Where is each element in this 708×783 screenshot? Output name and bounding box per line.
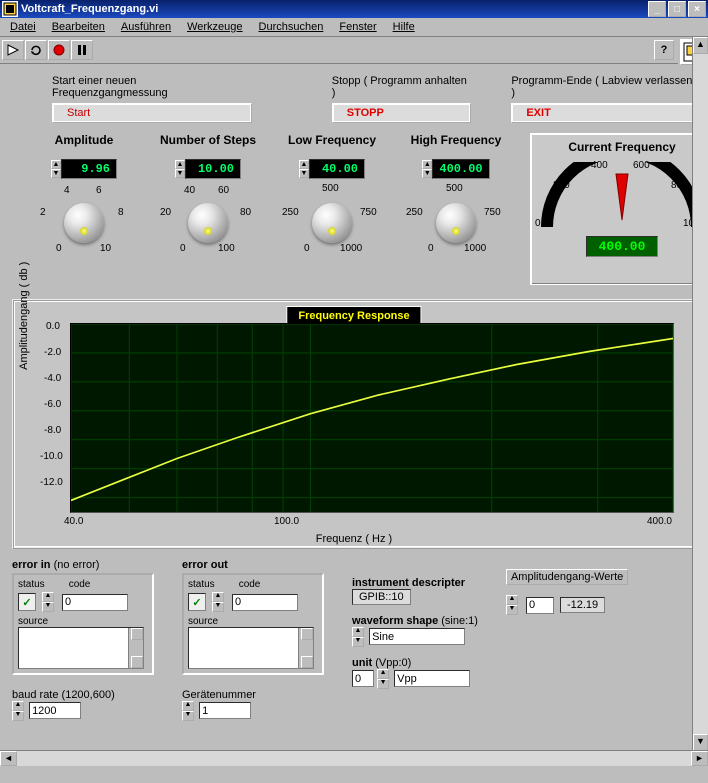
toolbar: ?: [0, 37, 678, 64]
chart-plot: [71, 324, 673, 512]
run-button[interactable]: [2, 40, 24, 60]
error-out-cluster: error out status code ✓ ▲▼ source Geräte…: [182, 559, 324, 721]
baud-caption: baud rate (1200,600): [12, 689, 154, 701]
lowfreq-label: Low Frequency: [288, 133, 376, 147]
instr-caption: instrument descripter: [352, 577, 478, 589]
amp-values-caption[interactable]: Amplitudengang-Werte: [506, 569, 628, 585]
amp-index[interactable]: [526, 597, 554, 614]
error-in-code[interactable]: [62, 594, 128, 611]
wave-spinner[interactable]: ▲▼: [352, 627, 364, 647]
exit-button[interactable]: EXIT: [511, 103, 696, 123]
error-out-status: ✓: [188, 593, 206, 611]
steps-value[interactable]: 10.00: [185, 159, 241, 179]
device-settings: instrument descripter GPIB::10 waveform …: [352, 577, 478, 721]
close-button[interactable]: ×: [688, 1, 706, 17]
menu-fenster[interactable]: Fenster: [333, 20, 382, 34]
amp-values: Amplitudengang-Werte ▲▼ -12.19: [506, 569, 628, 721]
steps-control: Number of Steps ▲▼ 10.00 40 60 20 80 0 1…: [158, 133, 258, 261]
stopp-button[interactable]: STOPP: [332, 103, 472, 123]
error-in-code-spinner[interactable]: ▲▼: [42, 592, 54, 612]
vertical-scrollbar[interactable]: ▲▼: [692, 37, 708, 751]
highfreq-knob[interactable]: [436, 203, 476, 243]
wave-input[interactable]: [369, 628, 465, 645]
app-icon: [2, 1, 18, 17]
menu-bearbeiten[interactable]: Bearbeiten: [46, 20, 111, 34]
baud-input[interactable]: [29, 702, 81, 719]
chart-xlabel: Frequenz ( Hz ): [316, 533, 392, 545]
start-button[interactable]: Start: [52, 103, 252, 123]
amplitude-knob[interactable]: [64, 203, 104, 243]
lowfreq-value[interactable]: 40.00: [309, 159, 365, 179]
error-out-source[interactable]: [188, 627, 314, 669]
title-bar: Voltcraft_Frequenzgang.vi _ □ ×: [0, 0, 708, 18]
menu-hilfe[interactable]: Hilfe: [387, 20, 421, 34]
unit-num[interactable]: [352, 670, 374, 687]
error-in-cluster: error in (no error) status code ✓ ▲▼ sou…: [12, 559, 154, 721]
stopp-caption: Stopp ( Programm anhalten ): [332, 75, 472, 99]
devno-input[interactable]: [199, 702, 251, 719]
steps-knob[interactable]: [188, 203, 228, 243]
unit-spinner[interactable]: ▲▼: [377, 669, 389, 689]
front-panel: Start einer neuen Frequenzgangmessung St…: [0, 67, 708, 783]
highfreq-spinner[interactable]: ▲▼: [422, 160, 432, 178]
maximize-button[interactable]: □: [668, 1, 686, 17]
steps-label: Number of Steps: [160, 133, 256, 147]
highfreq-label: High Frequency: [411, 133, 502, 147]
error-out-code-spinner[interactable]: ▲▼: [212, 592, 224, 612]
exit-caption: Programm-Ende ( Labview verlassen ): [511, 75, 696, 99]
lowfreq-spinner[interactable]: ▲▼: [299, 160, 309, 178]
menu-datei[interactable]: Datei: [4, 20, 42, 34]
instr-value: GPIB::10: [352, 589, 411, 605]
menu-werkzeuge[interactable]: Werkzeuge: [181, 20, 248, 34]
menu-ausfuehren[interactable]: Ausführen: [115, 20, 177, 34]
amplitude-control: Amplitude ▲▼ 9.96 4 6 2 8 0 10: [34, 133, 134, 261]
amp-index-spinner[interactable]: ▲▼: [506, 595, 518, 615]
amp-current-value: -12.19: [560, 597, 605, 613]
amplitude-spinner[interactable]: ▲▼: [51, 160, 61, 178]
amplitude-value[interactable]: 9.96: [61, 159, 117, 179]
horizontal-scrollbar[interactable]: ◄►: [0, 750, 708, 766]
unit-input[interactable]: [394, 670, 470, 687]
abort-button[interactable]: [48, 40, 70, 60]
start-caption: Start einer neuen Frequenzgangmessung: [52, 75, 252, 99]
minimize-button[interactable]: _: [648, 1, 666, 17]
lowfreq-control: Low Frequency ▲▼ 40.00 500 250 750 0 100…: [282, 133, 382, 261]
current-frequency-meter: Current Frequency 0 200 400 600 800 1000…: [530, 133, 708, 285]
context-help-button[interactable]: ?: [654, 40, 674, 60]
menu-durchsuchen[interactable]: Durchsuchen: [253, 20, 330, 34]
run-continuous-button[interactable]: [25, 40, 47, 60]
highfreq-value[interactable]: 400.00: [432, 159, 489, 179]
frequency-response-chart: Frequency Response Amplitudengang ( db )…: [12, 299, 696, 549]
steps-spinner[interactable]: ▲▼: [175, 160, 185, 178]
highfreq-control: High Frequency ▲▼ 400.00 500 250 750 0 1…: [406, 133, 506, 261]
meter-title: Current Frequency: [568, 140, 675, 154]
amplitude-label: Amplitude: [55, 133, 114, 147]
menu-bar: Datei Bearbeiten Ausführen Werkzeuge Dur…: [0, 18, 708, 37]
error-out-code[interactable]: [232, 594, 298, 611]
baud-spinner[interactable]: ▲▼: [12, 701, 24, 721]
lowfreq-knob[interactable]: [312, 203, 352, 243]
chart-ylabel: Amplitudengang ( db ): [18, 262, 30, 370]
devno-caption: Gerätenummer: [182, 689, 324, 701]
devno-spinner[interactable]: ▲▼: [182, 701, 194, 721]
pause-button[interactable]: [71, 40, 93, 60]
window-title: Voltcraft_Frequenzgang.vi: [21, 3, 646, 15]
error-in-status: ✓: [18, 593, 36, 611]
error-in-source[interactable]: [18, 627, 144, 669]
